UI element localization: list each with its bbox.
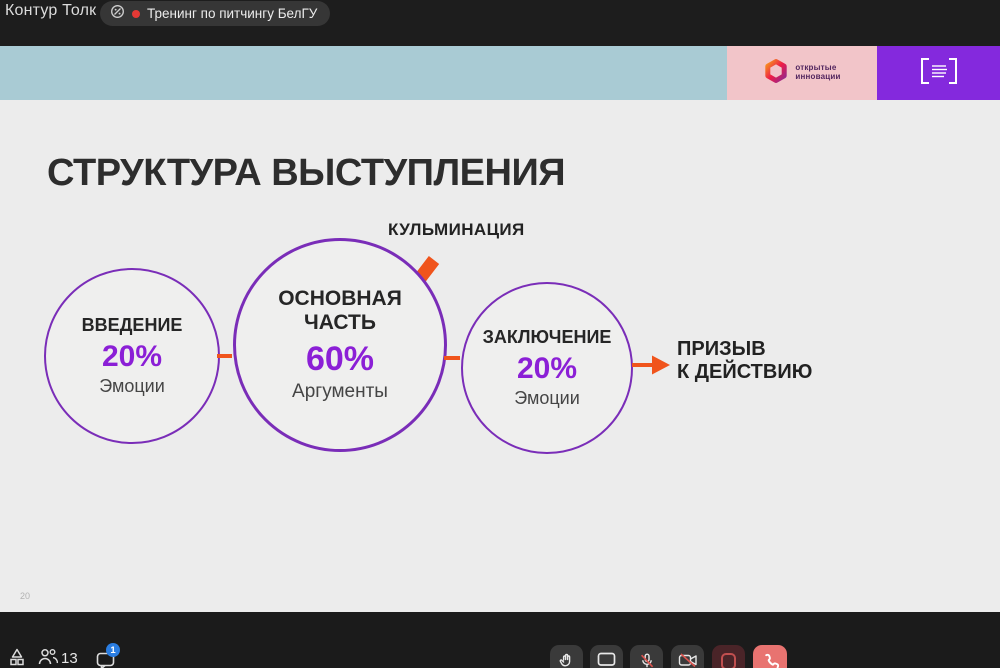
- connector-dash: [444, 356, 460, 360]
- circle-percent: 20%: [517, 352, 577, 386]
- microphone-muted-button[interactable]: [630, 645, 663, 668]
- meeting-pill[interactable]: Тренинг по питчингу БелГУ: [100, 1, 330, 26]
- app-title: Контур Толк: [5, 2, 96, 20]
- chat-unread-badge[interactable]: 1: [106, 643, 120, 657]
- stop-recording-button[interactable]: [712, 645, 745, 668]
- circle-heading: ВВЕДЕНИЕ: [82, 315, 183, 336]
- circle-subtitle: Эмоции: [514, 388, 580, 409]
- app-window: Контур Толк Тренинг по питчингу БелГУ: [0, 0, 1000, 668]
- circle-heading: ЗАКЛЮЧЕНИЕ: [483, 327, 612, 348]
- circle-main-part: ОСНОВНАЯ ЧАСТЬ 60% Аргументы: [233, 238, 447, 452]
- circle-heading: ОСНОВНАЯ ЧАСТЬ: [260, 287, 420, 335]
- connector-dash: [217, 354, 232, 358]
- meeting-title: Тренинг по питчингу БелГУ: [147, 6, 317, 21]
- circle-conclusion: ЗАКЛЮЧЕНИЕ 20% Эмоции: [461, 282, 633, 454]
- slide-page-number: 20: [20, 591, 30, 601]
- bottom-toolbar: 13 1: [0, 612, 1000, 668]
- arrow-right-icon: [632, 352, 670, 378]
- circle-percent: 20%: [102, 340, 162, 374]
- call-to-action-label: ПРИЗЫВ К ДЕЙСТВИЮ: [677, 338, 812, 384]
- share-screen-button[interactable]: [590, 645, 623, 668]
- talk-logo-icon: [110, 4, 125, 24]
- culmination-label: КУЛЬМИНАЦИЯ: [388, 220, 525, 240]
- participants-icon[interactable]: [38, 648, 59, 668]
- circle-introduction: ВВЕДЕНИЕ 20% Эмоции: [44, 268, 220, 444]
- camera-muted-button[interactable]: [671, 645, 704, 668]
- structure-diagram: КУЛЬМИНАЦИЯ ВВЕДЕНИЕ 20% Эмоции ОСНОВНАЯ…: [0, 46, 1000, 612]
- circle-subtitle: Аргументы: [292, 381, 388, 403]
- layout-shapes-icon[interactable]: [8, 648, 26, 668]
- end-call-button[interactable]: [753, 645, 787, 668]
- top-bar: Контур Толк Тренинг по питчингу БелГУ: [0, 0, 1000, 46]
- shared-screen-slide: открытые инновации СТРУКТУРА ВЫС: [0, 46, 1000, 612]
- raise-hand-button[interactable]: [550, 645, 583, 668]
- recording-dot: [132, 10, 140, 18]
- circle-percent: 60%: [306, 340, 374, 379]
- stop-recording-icon: [721, 653, 736, 668]
- circle-subtitle: Эмоции: [99, 376, 165, 397]
- participants-count[interactable]: 13: [61, 650, 78, 667]
